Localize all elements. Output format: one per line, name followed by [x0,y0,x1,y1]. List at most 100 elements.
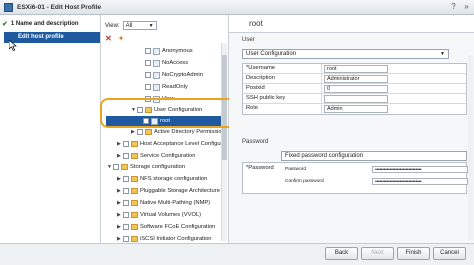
detail-vertical-scrollbar[interactable] [468,55,473,240]
window-title: ESXi6-01 - Edit Host Profile [17,3,102,11]
mouse-cursor-icon [9,40,17,51]
user-fields-grid: *Username root Description Administrator P… [242,63,467,115]
breadcrumb: root [229,15,474,33]
checkbox[interactable] [145,48,151,54]
password-input[interactable]: •••••••••••••••••••••••••••••••• [372,166,468,173]
checkbox[interactable] [123,236,129,242]
tree-node-nfs-storage[interactable]: ▶ NFS storage configuration [117,174,207,184]
checkbox[interactable] [123,224,129,230]
folder-icon [131,188,138,194]
tree-node-vvol[interactable]: ▶ Virtual Volumes (VVOL) [117,210,201,220]
next-button[interactable]: Next [361,247,394,260]
profile-tree-panel: View: All ▼ ✕ ✦ Anonymous NoAccess NoCry… [101,15,229,243]
wizard-nav: ✔ 1 Name and description Edit host profi… [0,15,101,243]
tree-scrollbar[interactable] [221,43,227,241]
folder-icon [131,200,138,206]
back-button[interactable]: Back [325,247,358,260]
expand-icon[interactable]: ▼ [107,164,112,170]
view-label: View: [105,22,120,29]
folder-icon [131,236,138,242]
checkbox[interactable] [145,84,151,90]
password-label: *Password [246,165,274,171]
tree-node-service-configuration[interactable]: ▶ Service Configuration [117,151,195,161]
tree-node-storage-configuration[interactable]: ▼ Storage configuration [107,162,185,172]
checkbox[interactable] [123,188,129,194]
folder-icon [131,141,138,147]
field-row-username: *Username root [243,64,466,74]
folder-icon [121,164,128,170]
checkbox[interactable] [137,129,143,135]
detail-panel: root User User Configuration ▼ *Username… [229,15,474,248]
help-icon[interactable]: ? [448,2,459,12]
copy-settings-icon[interactable]: ✦ [118,34,125,43]
expand-icon[interactable]: ▶ [117,212,122,218]
title-bar: ESXi6-01 - Edit Host Profile ? » [0,0,474,15]
view-select[interactable]: All ▼ [122,21,157,30]
field-label: SSH public key [243,94,322,103]
checkbox[interactable] [123,212,129,218]
user-config-select[interactable]: User Configuration ▼ [242,49,449,59]
expand-icon[interactable]: ▶ [131,129,136,135]
expand-icon[interactable]: ▶ [117,141,122,147]
role-input[interactable]: Admin [324,105,388,113]
username-input[interactable]: root [324,64,388,73]
cancel-button[interactable]: Cancel [433,247,466,260]
tree-node-anonymous[interactable]: Anonymous [145,46,193,56]
tree-node-noaccess[interactable]: NoAccess [145,58,188,68]
folder-icon [131,224,138,230]
profile-icon [153,47,160,55]
checkbox[interactable] [145,60,151,66]
expand-icon[interactable]: ▶ [117,188,122,194]
folder-icon [131,176,138,182]
password-config-select[interactable]: Fixed password configuration [281,151,467,161]
tree-node-active-directory[interactable]: ▶ Active Directory Permission [131,127,225,137]
tree-node-nmp[interactable]: ▶ Native Multi-Pathing (NMP) [117,198,210,208]
highlight-annotation [100,98,247,128]
folder-icon [131,212,138,218]
folder-icon [131,153,138,159]
view-select-value: All [125,22,133,29]
field-label: *Username [243,64,322,73]
checkbox[interactable] [123,200,129,206]
confirm-password-input[interactable]: •••••••••••••••••••••••••••••••• [372,178,468,185]
password-field-label: Password [285,167,307,172]
tree-node-host-acceptance[interactable]: ▶ Host Acceptance Level Configur [117,139,223,149]
expand-icon[interactable]: ▶ [117,236,122,242]
check-icon: ✔ [2,21,8,28]
checkbox[interactable] [123,141,129,147]
chevron-down-icon: ▼ [440,51,445,57]
posixid-input[interactable]: 0 [324,84,388,93]
profile-icon [153,71,160,79]
app-icon [4,2,13,12]
expand-icon[interactable]: ▶ [117,176,122,182]
password-grid: *Password Password •••••••••••••••••••••… [242,162,468,194]
profile-icon [153,59,160,67]
tree-node-pluggable-storage[interactable]: ▶ Pluggable Storage Architecture (P [117,186,227,196]
password-section-label: Password [242,139,269,145]
tree-node-iscsi[interactable]: ▶ iSCSI Initiator Configuration [117,234,212,243]
tree-node-software-fcoe[interactable]: ▶ Software FCoE Configuration [117,222,215,232]
user-section-label: User [242,37,255,43]
remove-icon[interactable]: ✕ [105,34,112,43]
description-input[interactable]: Administrator [324,74,388,83]
field-row-role: Role Admin [243,104,466,114]
checkbox[interactable] [123,176,129,182]
nav-step-1[interactable]: ✔ 1 Name and description [2,20,79,28]
ssh-key-input[interactable] [324,94,388,103]
expand-icon[interactable]: ▶ [117,153,122,159]
tree-node-readonly[interactable]: ReadOnly [145,82,188,92]
chevron-down-icon: ▼ [148,22,154,29]
profile-icon [153,83,160,91]
checkbox[interactable] [145,72,151,78]
close-icon[interactable]: » [461,2,472,12]
expand-icon[interactable]: ▶ [117,200,122,206]
confirm-password-label: Confirm password [285,179,324,184]
checkbox[interactable] [113,164,119,170]
nav-step-2[interactable]: Edit host profile [4,32,100,43]
expand-icon[interactable]: ▶ [117,224,122,230]
checkbox[interactable] [123,153,129,159]
field-row-description: Description Administrator [243,74,466,84]
field-label: Description [243,74,322,83]
tree-node-nocryptoadmin[interactable]: NoCryptoAdmin [145,70,203,80]
finish-button[interactable]: Finish [397,247,430,260]
